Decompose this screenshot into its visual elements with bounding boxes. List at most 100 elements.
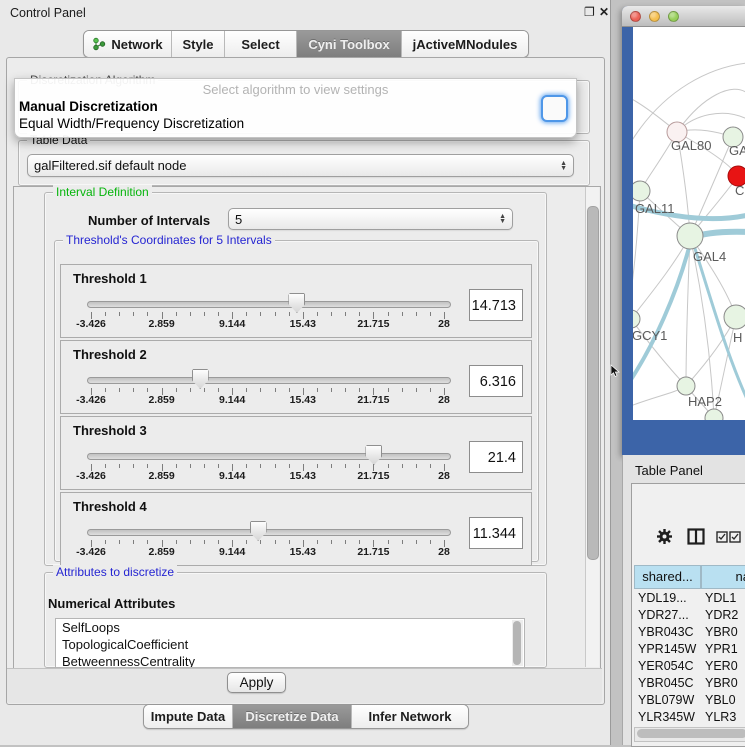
threshold-slider-thumb[interactable] [365,445,382,465]
split-columns-icon[interactable] [687,528,705,545]
slider-tick [105,464,106,468]
network-node-gcy1[interactable] [633,310,640,328]
tab-impute-data[interactable]: Impute Data [144,705,233,728]
tab-style[interactable]: Style [172,31,225,57]
slider-tick-label: 21.715 [357,470,389,482]
slider-tick-label: 28 [438,470,450,482]
table-row-shared-name[interactable]: YDL19... [638,591,700,605]
slider-tick-label: -3.426 [76,546,106,558]
table-row-name[interactable]: YBR0 [705,676,745,690]
table-row-shared-name[interactable]: YDR27... [638,608,700,622]
slider-tick [430,540,431,544]
network-view-window: GAL80GACGAL11GAL4GCY1HHAP2 [622,6,745,455]
network-node-label: GAL80 [671,138,711,153]
tab-infer-network[interactable]: Infer Network [352,705,468,728]
threshold-value-field[interactable]: 14.713 [469,289,523,321]
table-data-group: Table Data galFiltered.sif default node … [18,140,590,186]
network-node-gal4[interactable] [677,223,703,249]
table-row-name[interactable]: YER0 [705,659,745,673]
network-node-gal11[interactable] [633,181,650,201]
screen: Control Panel ❐ ✕ NetworkStyleSelectCyni… [0,0,745,745]
slider-tick [133,540,134,544]
float-window-icon[interactable]: ❐ [584,5,595,19]
network-node-label: GCY1 [633,328,667,343]
slider-tick [204,388,205,392]
table-row-name[interactable]: YLR3 [705,710,745,724]
table-row-name[interactable]: YBL0 [705,693,745,707]
slider-tick [190,540,191,544]
close-light[interactable] [630,11,641,22]
threshold-slider-track[interactable] [87,377,451,384]
slider-tick [260,312,261,316]
apply-button[interactable]: Apply [227,672,286,693]
tab-cyni-toolbox[interactable]: Cyni Toolbox [297,31,402,57]
column-header-name[interactable]: na [701,565,745,589]
network-node-label: GA [729,143,745,158]
table-row-name[interactable]: YPR1 [705,642,745,656]
table-row-shared-name[interactable]: YER054C [638,659,700,673]
threshold-slider-thumb[interactable] [288,293,305,313]
tab-jactivemnodules[interactable]: jActiveMNodules [402,31,528,57]
threshold-slider-track[interactable] [87,453,451,460]
tab-discretize-data[interactable]: Discretize Data [233,705,352,728]
table-row-shared-name[interactable]: YPR145W [638,642,700,656]
algorithm-combobox-button[interactable] [541,95,568,122]
number-of-intervals-combobox[interactable]: 5 ▲▼ [228,208,513,230]
attribute-list-item[interactable]: TopologicalCoefficient [56,636,524,653]
slider-tick [246,540,247,544]
table-row-name[interactable]: YDL1 [705,591,745,605]
table-row-name[interactable]: YDR2 [705,608,745,622]
slider-tick-label: 9.144 [219,318,245,330]
network-window-titlebar[interactable] [622,6,745,27]
table-row-shared-name[interactable]: YBL079W [638,693,700,707]
algorithm-option-equal-width[interactable]: Equal Width/Frequency Discretization [19,116,244,131]
attributes-list-scrollbar[interactable] [512,620,523,666]
tab-label: Style [182,37,213,52]
table-row-shared-name[interactable]: YBR043C [638,625,700,639]
tab-network[interactable]: Network [84,31,172,57]
tab-select[interactable]: Select [225,31,297,57]
slider-tick [218,464,219,468]
slider-tick [402,312,403,316]
threshold-slider-thumb[interactable] [250,521,267,541]
network-node-h[interactable] [724,305,745,329]
minimize-light[interactable] [649,11,660,22]
checkbox-columns-icon[interactable] [716,531,742,543]
zoom-light[interactable] [668,11,679,22]
slider-tick [402,388,403,392]
slider-tick-label: 21.715 [357,546,389,558]
slider-tick-label: 21.715 [357,394,389,406]
cyni-mode-tabs: Impute DataDiscretize DataInfer Network [143,704,469,729]
close-window-icon[interactable]: ✕ [599,5,609,19]
attribute-list-item[interactable]: BetweennessCentrality [56,653,524,668]
interval-definition-group-title: Interval Definition [53,185,152,199]
slider-tick [317,464,318,468]
slider-tick [119,388,120,392]
table-row-shared-name[interactable]: YLR345W [638,710,700,724]
control-panel-window: Control Panel ❐ ✕ NetworkStyleSelectCyni… [0,0,611,745]
table-row-name[interactable]: YBR0 [705,625,745,639]
numerical-attributes-list[interactable]: SelfLoopsTopologicalCoefficientBetweenne… [55,618,525,668]
threshold-value-field[interactable]: 21.4 [469,441,523,473]
table-horizontal-scrollbar[interactable] [634,727,745,742]
threshold-slider-track[interactable] [87,529,451,536]
table-panel-window: Table Panel shared... [622,455,745,745]
slider-tick [246,388,247,392]
threshold-slider-track[interactable] [87,301,451,308]
slider-tick-label: 15.43 [290,318,316,330]
settings-vertical-scrollbar-thumb[interactable] [587,206,599,560]
table-data-combobox[interactable]: galFiltered.sif default node ▲▼ [27,154,574,177]
threshold-slider-thumb[interactable] [192,369,209,389]
column-header-shared-name[interactable]: shared... [634,565,701,589]
threshold-value-field[interactable]: 11.344 [469,517,523,549]
table-row-shared-name[interactable]: YBR045C [638,676,700,690]
slider-tick [275,464,276,468]
slider-tick-label: 15.43 [290,546,316,558]
slider-tick [176,540,177,544]
network-canvas[interactable]: GAL80GACGAL11GAL4GCY1HHAP2 [633,27,745,420]
attribute-list-item[interactable]: SelfLoops [56,619,524,636]
network-node-hap2[interactable] [677,377,695,395]
gear-icon[interactable] [656,528,673,545]
algorithm-option-manual[interactable]: Manual Discretization [19,99,158,114]
threshold-value-field[interactable]: 6.316 [469,365,523,397]
